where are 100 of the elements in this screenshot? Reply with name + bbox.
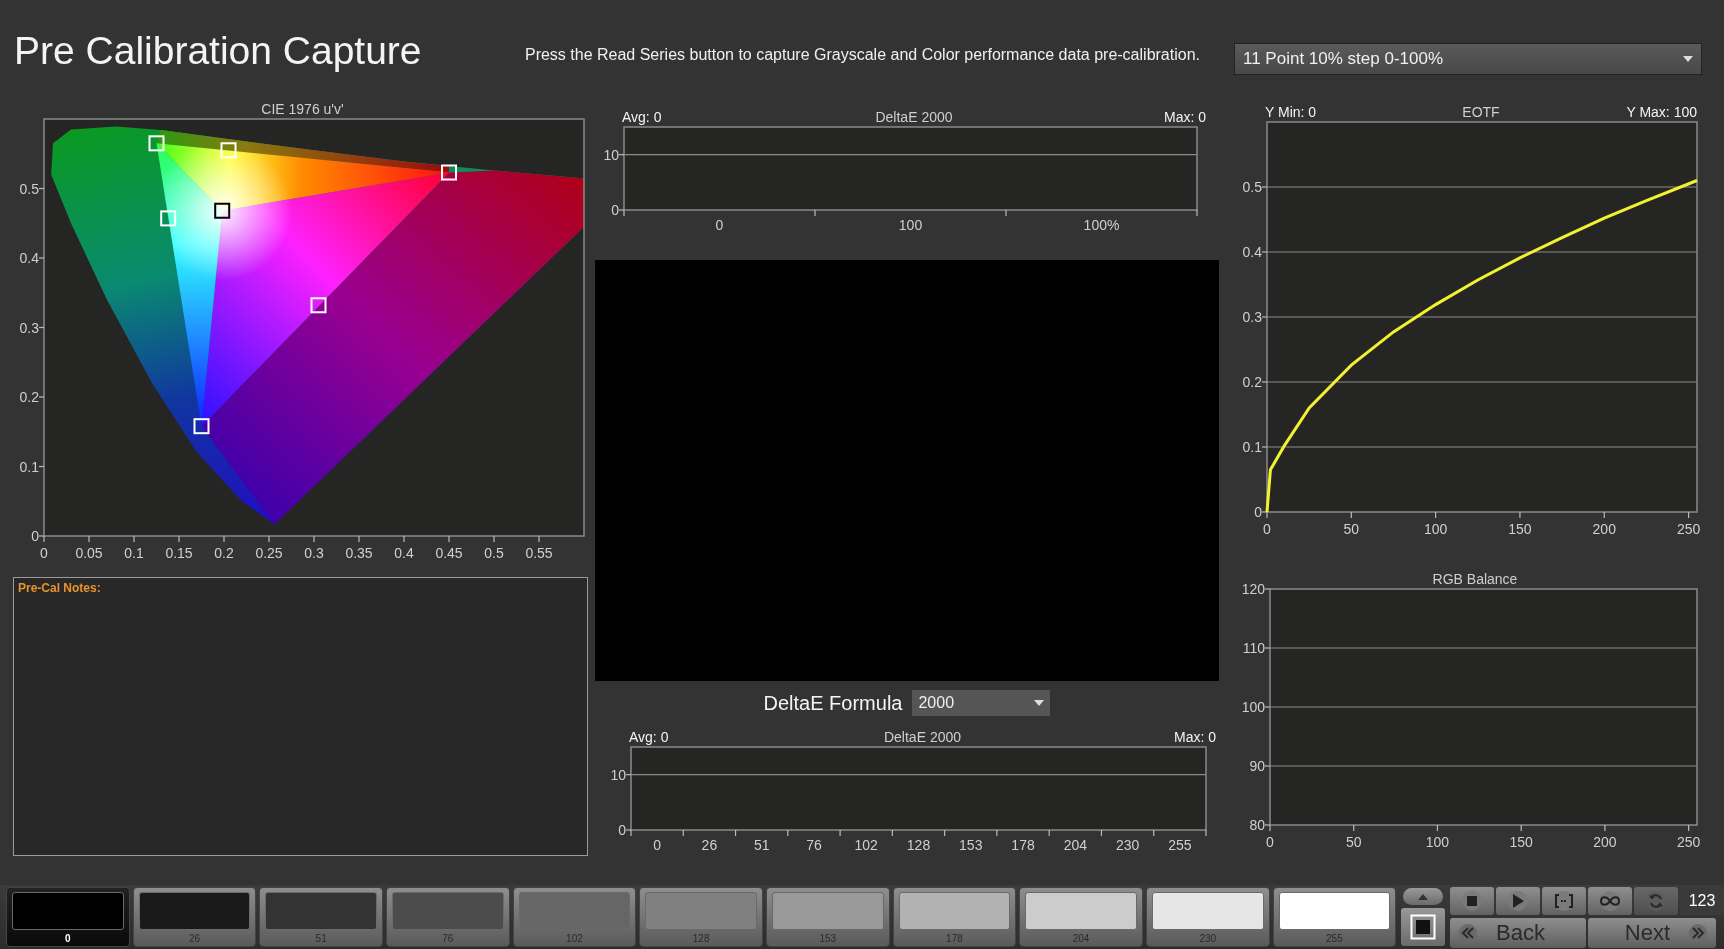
axis-tick-label: 0.3: [1242, 309, 1262, 325]
page-title: Pre Calibration Capture: [14, 28, 422, 73]
axis-tick-label: 100: [898, 217, 923, 233]
axis-tick-label: 0: [653, 837, 662, 853]
axis-tick-label: 200: [1593, 834, 1617, 850]
axis-tick-label: 204: [1063, 837, 1087, 853]
patch-button[interactable]: 204: [1019, 887, 1143, 947]
patch-button[interactable]: 128: [639, 887, 763, 947]
axis-tick-label: 10: [610, 766, 626, 783]
play-icon: [1512, 893, 1525, 908]
instruction-text: Press the Read Series button to capture Grayscale and Color performance data pre-calibration.: [524, 44, 1200, 64]
axis-tick-label: 51: [753, 837, 770, 853]
chart-title: DeltaE 2000: [875, 109, 953, 125]
axis-tick-label: 178: [1011, 837, 1035, 853]
y-max-label: Y Max: 100: [1626, 104, 1697, 120]
axis-tick-label: 150: [1509, 834, 1533, 850]
axis-tick-label: 250: [1676, 521, 1701, 537]
formula-label: DeltaE Formula: [763, 691, 903, 715]
axis-tick-label: 90: [1249, 758, 1265, 774]
axis-tick-label: 0.4: [19, 250, 39, 266]
patch-button[interactable]: 0: [6, 887, 130, 947]
target-marker: [310, 297, 327, 314]
axis-tick-label: 50: [1345, 834, 1362, 850]
stop-icon: [1410, 914, 1437, 940]
infinity-icon: [1600, 895, 1621, 906]
axis-tick-label: 0.35: [345, 545, 373, 561]
stop-icon: [1466, 894, 1479, 907]
chart-title: RGB Balance: [1432, 571, 1518, 587]
target-marker: [160, 210, 177, 227]
axis-tick-label: 100%: [1083, 217, 1120, 233]
axis-tick-label: 0: [1263, 521, 1271, 537]
player-button[interactable]: [1450, 886, 1495, 915]
axis-tick-label: 0.55: [525, 545, 553, 561]
stop-button[interactable]: [1401, 908, 1446, 946]
axis-tick-label: 0.1: [1242, 439, 1262, 455]
target-marker: [148, 135, 165, 152]
average-label: Avg: 0: [629, 729, 669, 745]
maximum-label: Max: 0: [1174, 729, 1216, 745]
axis-tick-label: 0.4: [1242, 244, 1262, 260]
notes-label: Pre-Cal Notes:: [18, 581, 101, 595]
axis-tick-label: 100: [1425, 834, 1450, 850]
next-button[interactable]: Next: [1588, 917, 1717, 948]
up-button[interactable]: [1403, 888, 1444, 905]
axis-tick-label: 110: [1242, 640, 1265, 656]
axis-tick-label: 0.4: [394, 545, 414, 561]
axis-tick-label: 0: [31, 528, 39, 544]
series-dropdown[interactable]: 11 Point 10% step 0-100%: [1234, 42, 1702, 75]
axis-tick-label: 0.2: [1242, 374, 1262, 390]
axis-tick-label: 128: [906, 837, 931, 853]
axis-tick-label: 0: [40, 545, 48, 561]
caret-icon: [1034, 700, 1045, 706]
axis-tick-label: 153: [959, 837, 983, 853]
patch-label: 128: [691, 933, 711, 944]
chart-title: DeltaE 2000: [883, 729, 962, 745]
back-button[interactable]: Back: [1450, 917, 1587, 948]
axis-tick-label: 0.5: [19, 180, 39, 197]
axis-tick-label: 255: [1168, 837, 1192, 853]
average-label: Avg: 0: [622, 109, 662, 125]
axis-tick-label: 0.2: [19, 389, 39, 405]
axis-tick-label: 0: [611, 202, 619, 218]
axis-tick-label: 100: [1241, 699, 1265, 715]
axis-tick-label: 150: [1508, 521, 1532, 537]
axis-tick-label: 0.5: [1242, 179, 1262, 195]
target-marker: [441, 164, 457, 181]
chart-title: CIE 1976 u'v': [261, 101, 344, 117]
axis-tick-label: 26: [701, 837, 718, 853]
y-min-label: Y Min: 0: [1265, 104, 1317, 120]
axis-tick-label: 250: [1676, 834, 1701, 850]
chart-title: EOTF: [1462, 104, 1500, 120]
axis-tick-label: 80: [1249, 817, 1265, 833]
axis-tick-label: 0: [715, 217, 724, 233]
axis-tick-label: 0: [1254, 504, 1262, 520]
axis-tick-label: 0.45: [435, 545, 463, 561]
target-marker: [193, 418, 210, 435]
axis-tick-label: 0.1: [19, 458, 39, 475]
caret-icon: [1683, 55, 1693, 62]
patch-label: 0: [64, 933, 72, 944]
axis-tick-label: 0.05: [75, 545, 103, 561]
axis-tick-label: 50: [1343, 521, 1360, 537]
axis-tick-label: 0: [618, 822, 626, 838]
axis-tick-label: 0.3: [304, 545, 324, 561]
player-button[interactable]: [1588, 886, 1633, 915]
target-marker: [220, 142, 237, 159]
axis-tick-label: 200: [1592, 521, 1616, 537]
patch-label: 204: [1071, 933, 1091, 944]
formula-dropdown[interactable]: 2000: [912, 690, 1051, 716]
axis-tick-label: 100: [1423, 521, 1448, 537]
player-button[interactable]: [1496, 886, 1541, 915]
maximum-label: Max: 0: [1164, 109, 1206, 125]
axis-tick-label: 0.25: [255, 545, 283, 561]
axis-tick-label: 0.3: [19, 319, 39, 336]
axis-tick-label: 230: [1115, 837, 1140, 853]
target-marker: [214, 202, 231, 219]
axis-tick-label: 0: [1266, 834, 1274, 850]
axis-tick-label: 0.2: [214, 545, 234, 561]
axis-tick-label: 102: [854, 837, 878, 853]
axis-tick-label: 0.15: [165, 545, 193, 561]
axis-tick-label: 0.1: [124, 545, 144, 561]
bracket-icon: [1555, 893, 1574, 908]
player-button[interactable]: [1542, 886, 1587, 915]
